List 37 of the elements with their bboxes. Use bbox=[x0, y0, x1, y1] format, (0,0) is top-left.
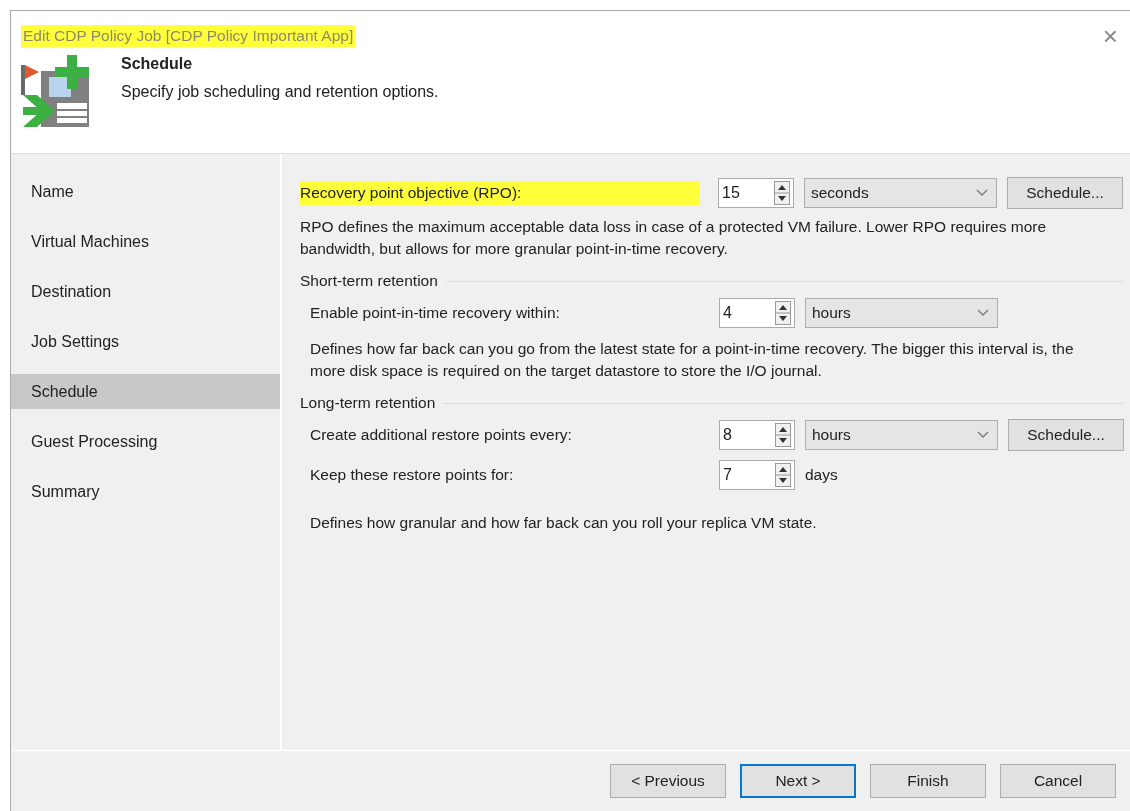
unit-dropdown[interactable]: seconds bbox=[804, 178, 997, 208]
wizard-step[interactable]: Guest Processing bbox=[11, 424, 280, 459]
close-button[interactable]: × bbox=[1102, 23, 1130, 49]
wizard-step[interactable]: Job Settings bbox=[11, 324, 280, 359]
schedule-button[interactable]: Schedule... bbox=[1007, 177, 1123, 209]
unit-dropdown[interactable]: hours bbox=[805, 420, 998, 450]
section-description: Defines how far back can you go from the latest state for a point-in-time recovery. The bigger this interval is, the more disk space is required on the target datastore to store the I/O journal. bbox=[309, 339, 1075, 381]
number-spinner[interactable]: 8 bbox=[719, 420, 795, 450]
section-title: Long-term retention bbox=[300, 394, 436, 412]
caret-icon bbox=[977, 431, 989, 439]
window-title: Edit CDP Policy Job [CDP Policy Important App] bbox=[21, 25, 356, 47]
schedule-button[interactable]: Schedule... bbox=[1008, 419, 1124, 451]
number-spinner[interactable]: 4 bbox=[719, 298, 795, 328]
wizard-step[interactable]: Destination bbox=[11, 274, 280, 309]
rpo-description: RPO defines the maximum acceptable data loss in case of a protected VM failure. Lower RPO requires more bandwidth, but allows for more granular point-in-time recovery. bbox=[300, 217, 1048, 259]
section-title: Short-term retention bbox=[300, 272, 438, 290]
wizard-step[interactable]: Virtual Machines bbox=[11, 224, 280, 259]
caret-icon bbox=[976, 189, 988, 197]
wizard-button[interactable]: Cancel bbox=[1000, 764, 1116, 798]
page-title: Schedule bbox=[121, 55, 194, 73]
section-description: Defines how granular and how far back can you roll your replica VM state. bbox=[309, 513, 818, 533]
number-spinner[interactable]: 7 bbox=[719, 460, 795, 490]
rpo-label: Recovery point objective (RPO): bbox=[300, 181, 700, 205]
field-label: Create additional restore points every: bbox=[310, 425, 573, 445]
field-label: Enable point-in-time recovery within: bbox=[310, 303, 561, 323]
number-spinner[interactable]: 15 bbox=[718, 178, 794, 208]
wizard-step[interactable]: Name bbox=[11, 174, 280, 209]
unit-label: days bbox=[805, 466, 838, 484]
page-subtitle: Specify job scheduling and retention options. bbox=[121, 83, 439, 101]
caret-icon bbox=[977, 309, 989, 317]
wizard-button[interactable]: Finish bbox=[870, 764, 986, 798]
wizard-button[interactable]: < Previous bbox=[610, 764, 726, 798]
field-label: Keep these restore points for: bbox=[310, 465, 515, 485]
unit-dropdown[interactable]: hours bbox=[805, 298, 998, 328]
wizard-button[interactable]: Next > bbox=[740, 764, 856, 798]
wizard-step[interactable]: Summary bbox=[11, 474, 280, 509]
wizard-step[interactable]: Schedule bbox=[11, 374, 280, 409]
